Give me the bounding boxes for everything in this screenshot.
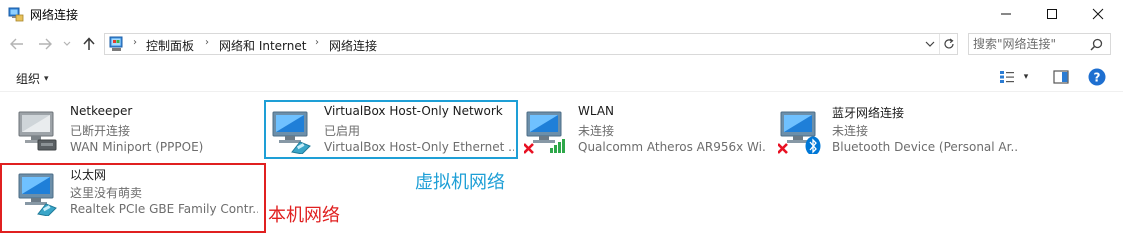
change-view-icon[interactable] bbox=[998, 68, 1016, 86]
refresh-icon[interactable] bbox=[939, 34, 957, 54]
up-button[interactable] bbox=[80, 34, 98, 54]
help-icon[interactable]: ? bbox=[1088, 68, 1106, 86]
wireless-adapter-icon bbox=[523, 108, 572, 160]
more-view-options-icon[interactable]: ▾ bbox=[1020, 68, 1032, 86]
connection-item-netkeeper[interactable]: Netkeeper 已断开连接 WAN Miniport (PPPOE) bbox=[16, 104, 256, 156]
forward-button[interactable] bbox=[36, 34, 54, 54]
back-button[interactable] bbox=[8, 34, 26, 54]
svg-text:?: ? bbox=[1094, 70, 1101, 84]
connection-item-bluetooth[interactable]: 蓝牙网络连接 未连接 Bluetooth Device (Personal Ar… bbox=[777, 104, 1018, 156]
connection-device: WAN Miniport (PPPOE) bbox=[70, 140, 204, 154]
organize-menu-button[interactable]: 组织 ▾ bbox=[16, 70, 49, 87]
preview-pane-icon[interactable] bbox=[1052, 68, 1070, 86]
network-adapter-disabled-icon bbox=[16, 108, 64, 160]
network-connections-icon bbox=[8, 6, 24, 22]
connection-name: WLAN bbox=[578, 104, 615, 118]
close-button[interactable] bbox=[1075, 0, 1121, 28]
organize-label: 组织 bbox=[16, 72, 41, 86]
breadcrumb-control-panel[interactable]: 控制面板 bbox=[146, 37, 194, 54]
breadcrumb-separator[interactable]: › bbox=[315, 37, 319, 48]
search-input[interactable] bbox=[973, 35, 1085, 53]
bluetooth-adapter-icon bbox=[777, 108, 826, 160]
connection-name: Netkeeper bbox=[70, 104, 133, 118]
chevron-down-icon: ▾ bbox=[44, 73, 49, 84]
window-title: 网络连接 bbox=[30, 8, 79, 22]
maximize-button[interactable] bbox=[1029, 0, 1075, 28]
search-icon[interactable] bbox=[1087, 36, 1105, 52]
local-network-highlight bbox=[0, 163, 266, 233]
connection-device: Qualcomm Atheros AR956x Wi... bbox=[578, 140, 766, 154]
breadcrumb-network-connections[interactable]: 网络连接 bbox=[329, 37, 377, 54]
navigation-bar: › 控制面板 › 网络和 Internet › 网络连接 bbox=[0, 30, 1123, 58]
control-panel-icon bbox=[109, 36, 125, 52]
connection-status: 未连接 bbox=[832, 124, 869, 138]
connection-item-wlan[interactable]: WLAN 未连接 Qualcomm Atheros AR956x Wi... bbox=[523, 104, 768, 156]
breadcrumb-network-and-internet[interactable]: 网络和 Internet bbox=[219, 37, 306, 54]
connection-name: 蓝牙网络连接 bbox=[832, 106, 905, 120]
connection-status: 未连接 bbox=[578, 124, 615, 138]
command-bar: 组织 ▾ ▾ ? bbox=[0, 62, 1123, 92]
search-box[interactable] bbox=[968, 33, 1111, 55]
local-network-annotation: 本机网络 bbox=[268, 205, 340, 226]
recent-locations-button[interactable] bbox=[60, 34, 74, 54]
title-bar: 网络连接 bbox=[0, 0, 1123, 28]
breadcrumb-separator[interactable]: › bbox=[205, 37, 209, 48]
connection-status: 已断开连接 bbox=[70, 124, 131, 138]
virtual-network-highlight bbox=[264, 100, 518, 159]
connection-device: Bluetooth Device (Personal Ar... bbox=[832, 140, 1018, 154]
minimize-button[interactable] bbox=[983, 0, 1029, 28]
chevron-down-icon[interactable] bbox=[921, 34, 939, 54]
breadcrumb-separator[interactable]: › bbox=[133, 37, 137, 48]
address-bar[interactable]: › 控制面板 › 网络和 Internet › 网络连接 bbox=[104, 33, 958, 55]
virtual-network-annotation: 虚拟机网络 bbox=[415, 172, 505, 193]
